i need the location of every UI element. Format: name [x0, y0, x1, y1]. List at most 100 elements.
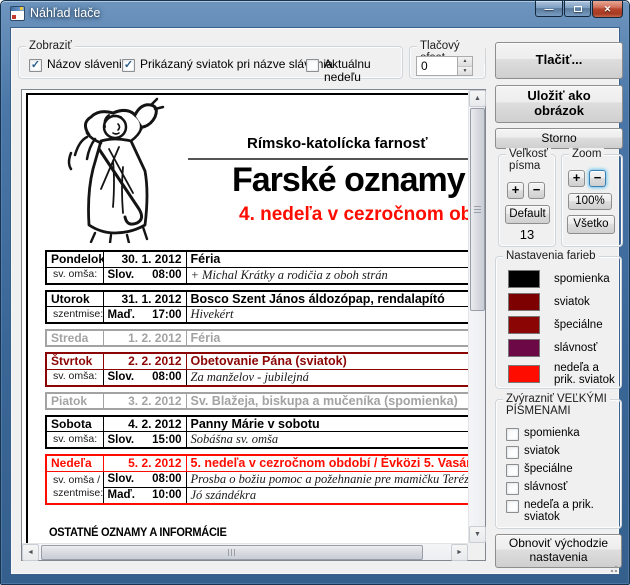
scrollbar-grip [474, 206, 481, 214]
check-icon: ✓ [124, 58, 133, 71]
highlight-checkbox-specialne[interactable]: ✓ špeciálne [506, 463, 573, 477]
checkbox-nazov-slavenia[interactable]: ✓ Názov slávenia [29, 58, 128, 72]
mass-intent: Za manželov - jubilejná [186, 369, 468, 386]
parish-name: Rímsko-katolícka farnosť [247, 135, 428, 152]
close-button[interactable]: ✕ [592, 1, 623, 18]
color-swatch-nedela[interactable] [508, 365, 540, 383]
checkbox-prikazany-sviatok[interactable]: ✓ Prikázaný sviatok pri názve slávenia [122, 58, 333, 72]
maximize-button[interactable] [564, 1, 591, 17]
day-block-nedela: Nedeľa5. 2. 20125. nedeľa v cezročnom ob… [45, 454, 468, 505]
checkbox-box: ✓ [506, 500, 519, 513]
group-zobrazit: Zobraziť ✓ Názov slávenia ✓ Prikázaný sv… [18, 46, 403, 79]
day-title: 5. nedeľa v cezročnom období / Évközi 5.… [186, 455, 468, 471]
maximize-icon [574, 6, 582, 12]
vertical-scrollbar[interactable]: ▲ ▼ [468, 90, 485, 543]
scroll-right-icon[interactable]: ► [451, 544, 468, 561]
font-size-default-button[interactable]: Default [505, 205, 550, 224]
day-block-stvrtok: Štvrtok2. 2. 2012Obetovanie Pána (sviato… [45, 352, 468, 387]
zoom-out-button[interactable]: − [589, 170, 606, 187]
day-title: Féria [186, 251, 468, 267]
color-swatch-sviatok[interactable] [508, 293, 540, 311]
titlebar[interactable]: Náhľad tlače — ✕ [1, 1, 629, 27]
color-row-spomienka: spomienka [508, 270, 610, 288]
color-row-sviatok: sviatok [508, 293, 590, 311]
day-date: 31. 1. 2012 [103, 291, 186, 307]
resize-grip[interactable] [608, 563, 617, 572]
group-font-size-label: Veľkosť písma [506, 148, 551, 172]
color-swatch-specialne[interactable] [508, 316, 540, 334]
day-title: Panny Márie v sobotu [186, 416, 468, 432]
mass-time: 08:00 [152, 473, 181, 485]
minimize-button[interactable]: — [535, 1, 563, 17]
font-size-increase-button[interactable]: + [507, 182, 524, 199]
day-name: Štvrtok [46, 353, 103, 369]
zoom-in-button[interactable]: + [568, 170, 585, 187]
other-announcements-heading: OSTATNÉ OZNAMY A INFORMÁCIE [49, 525, 227, 539]
print-button[interactable]: Tlačiť... [495, 42, 623, 79]
preview-viewport: Rímsko-katolícka farnosť Farské oznamy 4… [22, 90, 468, 543]
day-title: Bosco Szent János áldozópap, rendalapító [186, 291, 468, 307]
mass-lang: Maď. [108, 489, 135, 501]
day-name: Piatok [46, 393, 103, 409]
color-swatch-slavnost[interactable] [508, 339, 540, 357]
group-print-offset: Tlačový ofset ▲ ▼ [409, 46, 486, 79]
day-name: Pondelok [46, 251, 103, 267]
cancel-button[interactable]: Storno [495, 128, 623, 149]
save-as-image-button[interactable]: Uložiť ako obrázok [495, 85, 623, 123]
window-title: Náhľad tlače [30, 6, 100, 20]
spinner-up-icon[interactable]: ▲ [458, 57, 472, 67]
document-title: Farské oznamy [232, 161, 465, 200]
horizontal-scrollbar[interactable]: ◄ ► [22, 543, 468, 560]
font-size-decrease-button[interactable]: − [528, 182, 545, 199]
zoom-all-button[interactable]: Všetko [567, 215, 615, 234]
app-icon [10, 6, 25, 21]
day-name: Streda [46, 330, 103, 346]
document-subtitle: 4. nedeľa v cezročnom období [239, 204, 468, 226]
print-preview-window: Náhľad tlače — ✕ Zobraziť ✓ Názov sláven… [0, 0, 630, 585]
document-page: Rímsko-katolícka farnosť Farské oznamy 4… [26, 93, 468, 543]
scroll-up-icon[interactable]: ▲ [469, 90, 486, 107]
highlight-checkbox-sviatok[interactable]: ✓ sviatok [506, 445, 560, 459]
spinner-down-icon[interactable]: ▼ [458, 67, 472, 76]
mass-time: 17:00 [152, 309, 181, 321]
mass-label: sv. omša: [46, 267, 103, 284]
day-block-piatok: Piatok3. 2. 2012Sv. Blažeja, biskupa a m… [45, 392, 468, 410]
group-font-size: Veľkosť písma + − Default 13 [498, 154, 556, 247]
mass-lang: Maď. [108, 309, 135, 321]
highlight-checkbox-spomienka[interactable]: ✓ spomienka [506, 427, 580, 441]
reset-defaults-button[interactable]: Obnoviť východzie nastavenia [495, 534, 622, 568]
color-swatch-spomienka[interactable] [508, 270, 540, 288]
checkbox-box: ✓ [29, 59, 42, 72]
scroll-down-icon[interactable]: ▼ [469, 526, 486, 543]
horizontal-scrollbar-thumb[interactable] [41, 545, 423, 560]
zoom-100-button[interactable]: 100% [568, 193, 612, 210]
mass-time: 08:00 [152, 269, 181, 281]
mass-intent: Hivekért [186, 307, 468, 324]
checkbox-box: ✓ [506, 464, 519, 477]
day-title: Obetovanie Pána (sviatok) [186, 353, 468, 369]
group-zoom-label: Zoom [569, 148, 604, 160]
print-offset-input[interactable] [416, 56, 457, 76]
group-color-settings-label: Nastavenia farieb [503, 250, 599, 262]
day-title: Féria [186, 330, 468, 346]
scroll-left-icon[interactable]: ◄ [22, 544, 39, 561]
mass-lang: Slov. [108, 269, 135, 281]
checkbox-box: ✓ [506, 482, 519, 495]
mass-label: sv. omša /szentmise: [46, 471, 103, 504]
day-date: 5. 2. 2012 [103, 455, 186, 471]
day-title: Sv. Blažeja, biskupa a mučeníka (spomien… [186, 393, 468, 409]
group-highlight-label: Zvýrazniť VEĽKÝMI PÍSMENAMI [503, 393, 610, 417]
mass-intent: Jó szándékra [186, 487, 468, 504]
checkbox-box: ✓ [122, 59, 135, 72]
day-block-streda: Streda1. 2. 2012Féria [45, 329, 468, 347]
vertical-scrollbar-thumb[interactable] [470, 108, 485, 311]
highlight-checkbox-slavnost[interactable]: ✓ slávnosť [506, 481, 567, 495]
good-shepherd-image [61, 97, 173, 243]
day-name: Nedeľa [46, 455, 103, 471]
checkbox-aktualnu-nedelu[interactable]: ✓ Aktuálnu nedeľu [306, 58, 402, 84]
mass-intent: Sobášna sv. omša [186, 432, 468, 449]
mass-time: 15:00 [152, 434, 181, 446]
checkbox-box: ✓ [506, 428, 519, 441]
highlight-checkbox-nedela[interactable]: ✓ nedeľa a prik. sviatok [506, 499, 596, 523]
mass-time: 10:00 [152, 489, 181, 501]
